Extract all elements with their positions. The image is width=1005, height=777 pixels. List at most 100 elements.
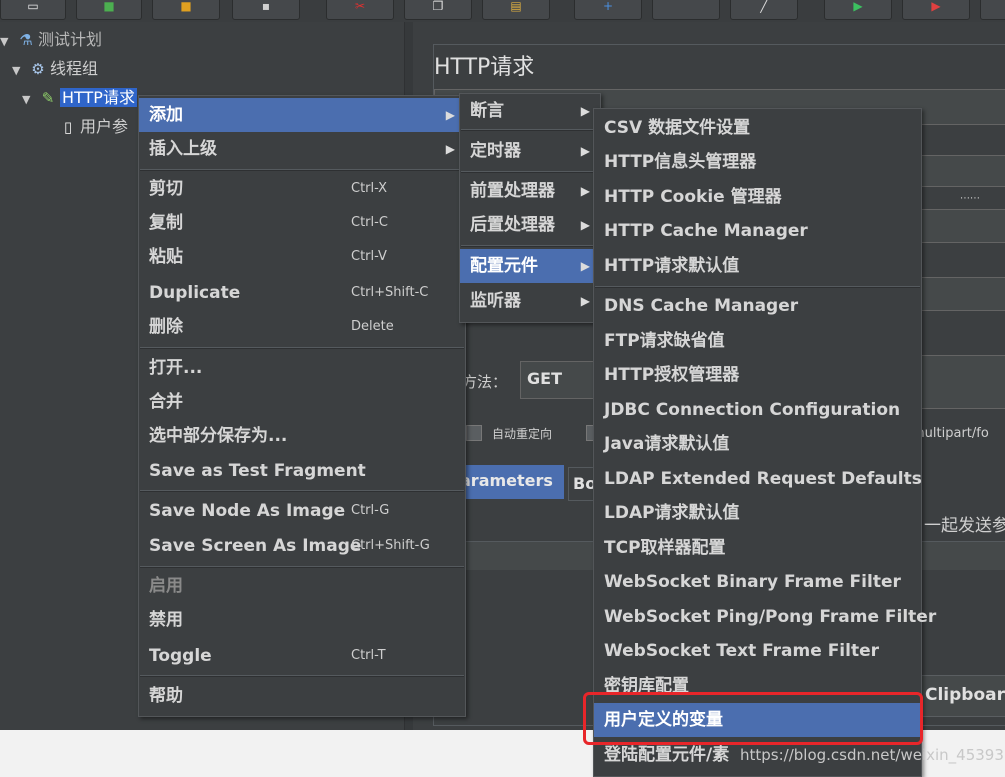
menu-item-open[interactable]: 打开...: [139, 351, 465, 385]
tree-item-http-request[interactable]: ▼ ✎ HTTP请求: [22, 86, 137, 110]
copy-icon: ❐: [432, 0, 444, 13]
menu-item-http-cache-manager[interactable]: HTTP Cache Manager: [594, 214, 921, 248]
menu-item-tcp-sampler-config[interactable]: TCP取样器配置: [594, 531, 921, 565]
menu-item-ftp-request-defaults[interactable]: FTP请求缺省值: [594, 324, 921, 358]
tree-item-label: 测试计划: [38, 30, 103, 49]
menu-item-http-authorization-manager[interactable]: HTTP授权管理器: [594, 358, 921, 392]
menu-item-paste[interactable]: 粘贴 Ctrl-V: [139, 240, 465, 274]
submenu-arrow-icon: ▶: [580, 259, 590, 273]
submenu-arrow-icon: ▶: [445, 108, 455, 122]
method-value: GET: [527, 369, 562, 388]
menu-separator: [461, 129, 599, 131]
menu-item-ldap-extended-request-defaults[interactable]: LDAP Extended Request Defaults: [594, 462, 922, 496]
tab-parameters[interactable]: arameters: [454, 465, 564, 499]
templates-button[interactable]: ■: [76, 0, 142, 20]
start-no-pauses-button[interactable]: ▶: [902, 0, 970, 20]
tree-item-label: 线程组: [50, 59, 99, 78]
menu-separator: [140, 347, 464, 349]
menu-item-enable: 启用: [149, 576, 183, 596]
start-icon: ▶: [853, 0, 863, 13]
open-button[interactable]: ■: [152, 0, 220, 20]
menu-separator: [140, 169, 464, 171]
menu-item-assertions[interactable]: 断言 ▶: [460, 94, 600, 128]
copy-button[interactable]: ❐: [404, 0, 472, 20]
tree-item-user-params[interactable]: ▯ 用户参: [56, 115, 128, 139]
stop-button[interactable]: [980, 0, 1005, 20]
method-label: 方法：: [462, 373, 508, 391]
start-button[interactable]: ▶: [824, 0, 892, 20]
clipboard-label: Clipboard: [925, 685, 1005, 705]
menu-item-http-cookie-manager[interactable]: HTTP Cookie 管理器: [594, 180, 921, 214]
expand-button[interactable]: +: [574, 0, 642, 20]
menu-item-csv-data-set-config[interactable]: CSV 数据文件设置: [594, 111, 921, 145]
page-title: HTTP请求: [434, 55, 535, 80]
submenu-arrow-icon: ▶: [580, 104, 590, 118]
menu-item-save-screen-as-image[interactable]: Save Screen As Image Ctrl+Shift-G: [139, 529, 465, 563]
menu-item-java-request-defaults[interactable]: Java请求默认值: [594, 427, 921, 461]
toggle-button[interactable]: ╱: [730, 0, 798, 20]
menu-item-merge[interactable]: 合并: [139, 385, 465, 419]
flask-icon: ⚗: [19, 31, 33, 49]
collapse-button[interactable]: [652, 0, 720, 20]
menu-item-websocket-binary-frame-filter[interactable]: WebSocket Binary Frame Filter: [594, 565, 921, 599]
send-together-header: 一起发送参: [924, 516, 1005, 536]
watermark-text: https://blog.csdn.net/weixin_45393723: [740, 746, 1005, 764]
paste-button[interactable]: ▤: [482, 0, 550, 20]
menu-item-add[interactable]: 添加 ▶: [139, 98, 465, 132]
menu-item-help[interactable]: 帮助: [139, 679, 465, 713]
tree-item-test-plan[interactable]: ▼ ⚗ 测试计划: [0, 28, 102, 52]
auto-redirect-label: 自动重定向: [492, 427, 553, 441]
multipart-label: multipart/fo: [912, 426, 989, 441]
grip-icon: ⋯⋯: [960, 193, 980, 204]
submenu-arrow-icon: ▶: [580, 294, 590, 308]
menu-item-websocket-text-frame-filter[interactable]: WebSocket Text Frame Filter: [594, 634, 921, 668]
submenu-arrow-icon: ▶: [580, 144, 590, 158]
main-toolbar: ▭ ■ ■ ▪ ✂ ❐ ▤ + ╱ ▶ ▶: [0, 0, 1005, 22]
menu-item-insert-parent[interactable]: 插入上级 ▶: [139, 132, 465, 166]
paste-icon: ▤: [510, 0, 522, 13]
toggle-icon: ╱: [760, 0, 768, 13]
cut-button[interactable]: ✂: [326, 0, 394, 20]
new-button[interactable]: ▭: [0, 0, 66, 20]
submenu-arrow-icon: ▶: [580, 218, 590, 232]
auto-redirect-checkbox[interactable]: [466, 425, 482, 441]
menu-separator: [140, 490, 464, 492]
templates-icon: ■: [103, 0, 115, 13]
add-from-clipboard-button[interactable]: Clipboard: [920, 675, 1005, 717]
menu-item-duplicate[interactable]: Duplicate Ctrl+Shift-C: [139, 276, 465, 310]
menu-separator: [461, 171, 599, 173]
menu-item-delete[interactable]: 删除 Delete: [139, 310, 465, 344]
menu-separator: [461, 245, 599, 247]
expand-icon: +: [602, 0, 614, 13]
annotation-highlight-box: [583, 692, 923, 745]
tree-item-thread-group[interactable]: ▼ ⚙ 线程组: [12, 57, 98, 81]
save-button[interactable]: ▪: [232, 0, 300, 20]
menu-item-save-selection-as[interactable]: 选中部分保存为...: [139, 419, 465, 453]
menu-item-listeners[interactable]: 监听器 ▶: [460, 284, 600, 318]
menu-item-cut[interactable]: 剪切 Ctrl-X: [139, 172, 465, 206]
expand-toggle-icon[interactable]: ▼: [0, 30, 14, 54]
context-menu: 添加 ▶ 插入上级 ▶ 剪切 Ctrl-X 复制 Ctrl-C 粘贴 Ctrl-V Dup…: [138, 95, 466, 717]
menu-item-copy[interactable]: 复制 Ctrl-C: [139, 206, 465, 240]
menu-item-websocket-ping-pong-frame-filter[interactable]: WebSocket Ping/Pong Frame Filter: [594, 600, 936, 634]
menu-item-pre-processors[interactable]: 前置处理器 ▶: [460, 174, 600, 208]
save-icon: ▪: [261, 0, 271, 13]
menu-item-config-element[interactable]: 配置元件 ▶: [460, 249, 600, 283]
menu-item-dns-cache-manager[interactable]: DNS Cache Manager: [594, 289, 921, 323]
menu-item-post-processors[interactable]: 后置处理器 ▶: [460, 208, 600, 242]
expand-toggle-icon[interactable]: ▼: [12, 59, 26, 83]
gear-icon: ⚙: [31, 60, 45, 78]
menu-item-disable[interactable]: 禁用: [139, 603, 465, 637]
config-element-submenu: CSV 数据文件设置 HTTP信息头管理器 HTTP Cookie 管理器 HT…: [593, 108, 936, 777]
menu-item-timers[interactable]: 定时器 ▶: [460, 134, 600, 168]
menu-separator: [595, 286, 920, 288]
menu-item-save-node-as-image[interactable]: Save Node As Image Ctrl-G: [139, 494, 465, 528]
menu-item-toggle[interactable]: Toggle Ctrl-T: [139, 639, 465, 673]
menu-item-http-request-defaults[interactable]: HTTP请求默认值: [594, 249, 921, 283]
menu-item-http-header-manager[interactable]: HTTP信息头管理器: [594, 145, 921, 179]
expand-toggle-icon[interactable]: ▼: [22, 88, 36, 112]
menu-item-jdbc-connection-configuration[interactable]: JDBC Connection Configuration: [594, 393, 921, 427]
menu-item-ldap-request-defaults[interactable]: LDAP请求默认值: [594, 496, 921, 530]
menu-separator: [140, 566, 464, 568]
menu-item-save-as-test-fragment[interactable]: Save as Test Fragment: [139, 454, 465, 488]
